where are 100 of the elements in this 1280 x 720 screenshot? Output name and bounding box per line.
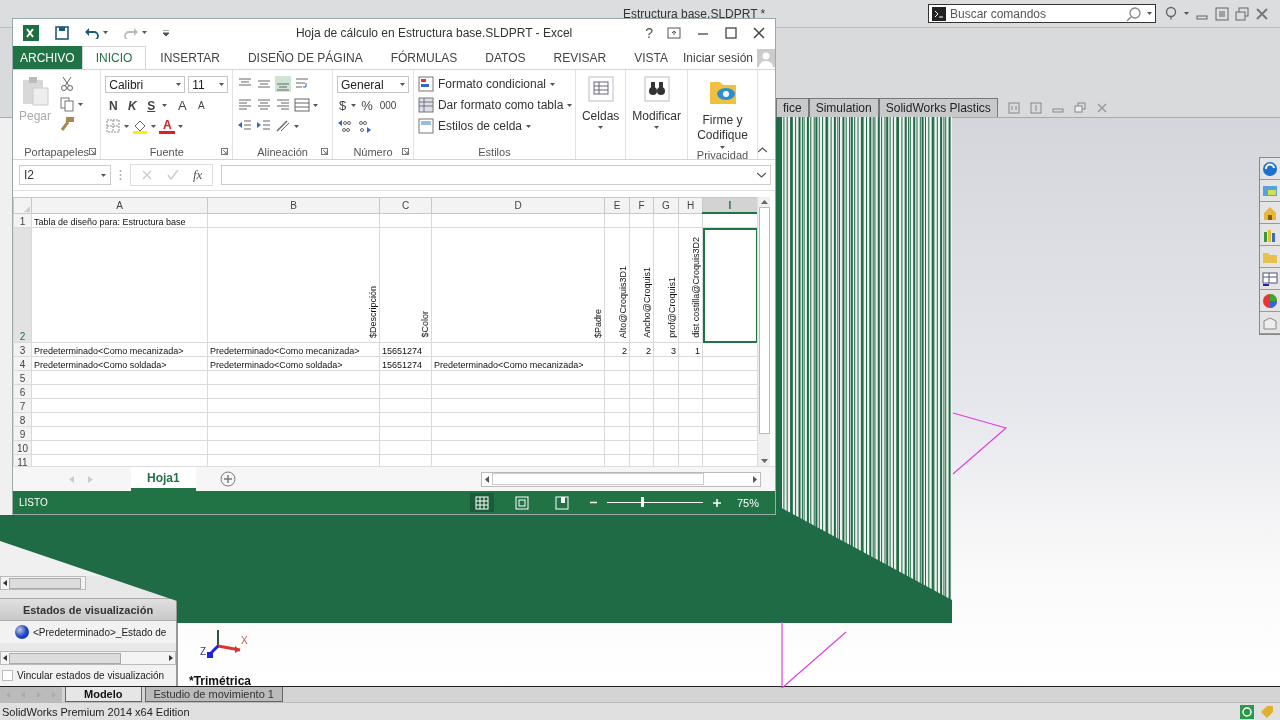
name-box[interactable]: I2 (19, 165, 111, 185)
thousands-button[interactable]: 000 (377, 100, 399, 111)
font-size-field[interactable]: 11 (188, 76, 229, 93)
column-header[interactable]: I (702, 197, 757, 213)
down-arrow-icon[interactable] (760, 459, 768, 463)
save-icon[interactable] (55, 25, 69, 40)
column-header[interactable]: G (653, 197, 679, 213)
customize-icon[interactable] (163, 29, 169, 36)
dialog-launcher-icon[interactable] (89, 148, 97, 155)
increase-decimal-icon[interactable] (336, 118, 353, 134)
caret-icon[interactable] (103, 31, 108, 34)
grow-font-button[interactable]: A (174, 98, 191, 113)
caret-icon[interactable] (78, 102, 84, 106)
shrink-font-button[interactable]: A (193, 100, 210, 111)
task-pane-button[interactable] (1260, 158, 1280, 180)
font-style-button[interactable]: N (105, 98, 122, 113)
text-orientation-icon[interactable] (275, 118, 292, 134)
expand-icon[interactable] (757, 172, 766, 178)
help-button[interactable]: ? (639, 24, 659, 41)
ribbon-tab[interactable]: DISEÑO DE PÁGINA (233, 46, 377, 69)
search-icon[interactable] (1125, 5, 1143, 22)
right-arrow-icon[interactable] (169, 655, 173, 661)
caret-icon[interactable] (720, 146, 725, 149)
help-icon[interactable] (1164, 5, 1178, 22)
ribbon-tab[interactable]: DATOS (471, 46, 540, 69)
caret-icon[interactable] (162, 104, 168, 107)
column-header[interactable]: C (379, 197, 432, 213)
caret-icon[interactable] (176, 83, 182, 86)
editing-button[interactable]: Modificar (630, 74, 683, 144)
column-header[interactable]: H (678, 197, 703, 213)
row-header[interactable]: 2 (13, 227, 32, 343)
caret-icon[interactable] (526, 124, 531, 128)
format-table-button[interactable]: Dar formato como tabla (417, 97, 573, 113)
model-tab[interactable]: Modelo (65, 687, 142, 702)
scrollbar[interactable] (481, 471, 761, 487)
cell-styles-button[interactable]: Estilos de celda (417, 118, 573, 134)
view-button[interactable] (469, 493, 494, 512)
zoom-level[interactable]: 75% (736, 496, 759, 509)
task-pane-button[interactable] (1260, 268, 1280, 290)
cells-button[interactable]: Celdas (579, 74, 622, 144)
caret-icon[interactable] (294, 124, 300, 128)
caret-icon[interactable] (219, 83, 225, 86)
caret-icon[interactable] (1147, 12, 1152, 15)
ribbon-tab[interactable]: INICIO (81, 46, 147, 69)
left-arrow-icon[interactable] (3, 580, 7, 586)
ribbon-tab[interactable]: FÓRMULAS (376, 46, 472, 69)
checkbox[interactable] (2, 670, 13, 681)
dialog-launcher-icon[interactable] (320, 148, 328, 155)
display-state-item[interactable]: <Predeterminado>_Estado de (0, 621, 176, 643)
font-style-button[interactable]: S (143, 98, 160, 113)
sheet-tab[interactable]: Hoja1 (131, 467, 196, 491)
column-header[interactable]: B (207, 197, 380, 213)
format-painter-icon[interactable] (59, 116, 76, 132)
right-arrow-icon[interactable] (753, 475, 757, 483)
fill-color-icon[interactable] (132, 118, 149, 134)
caret-icon[interactable] (101, 173, 106, 177)
ribbon-tab[interactable]: INSERTAR (146, 46, 234, 69)
scissors-icon[interactable] (59, 76, 76, 92)
conditional-format-button[interactable]: Formato condicional (417, 76, 573, 92)
dialog-launcher-icon[interactable] (401, 148, 409, 155)
scrollbar[interactable] (757, 197, 770, 466)
merge-cells-icon[interactable] (294, 97, 311, 113)
caret-icon[interactable] (399, 83, 405, 86)
zoom-out-icon[interactable] (589, 499, 597, 506)
help-icon[interactable] (1240, 704, 1254, 719)
insert-function-button[interactable]: fx (193, 167, 203, 183)
command-tab[interactable]: fice (776, 98, 809, 117)
left-arrow-icon[interactable] (485, 475, 489, 483)
column-header[interactable]: F (629, 197, 654, 213)
up-arrow-icon[interactable] (760, 200, 768, 204)
command-tab[interactable]: Simulation (808, 98, 879, 117)
zoom-in-icon[interactable] (712, 498, 721, 507)
column-header[interactable]: D (431, 197, 605, 213)
command-tab[interactable]: SolidWorks Plastics (878, 98, 998, 117)
ribbon-tab[interactable]: REVISAR (539, 46, 621, 69)
new-sheet-icon[interactable] (219, 471, 236, 487)
task-pane-button[interactable] (1260, 202, 1280, 224)
sign-in-link[interactable]: Iniciar sesión (682, 50, 753, 65)
zoom-slider[interactable] (640, 497, 644, 507)
left-arrow-icon[interactable] (3, 655, 7, 661)
search-field[interactable]: Buscar comandos (950, 6, 1121, 21)
caret-icon[interactable] (313, 103, 319, 107)
scrollbar[interactable] (0, 576, 86, 590)
undo-icon[interactable] (85, 26, 99, 39)
caret-icon[interactable] (654, 126, 660, 129)
number-format-field[interactable]: General (336, 76, 409, 93)
close-icon[interactable] (753, 26, 765, 39)
currency-button[interactable]: $ (336, 98, 349, 113)
caret-icon[interactable] (550, 82, 555, 86)
caret-icon[interactable] (124, 124, 130, 128)
restore-icon[interactable] (1073, 101, 1086, 114)
caret-icon[interactable] (151, 124, 157, 128)
file-tab[interactable]: ARCHIVO (13, 46, 82, 69)
column-header[interactable]: E (604, 197, 630, 213)
ribbon-display-icon[interactable] (667, 26, 681, 39)
percent-button[interactable]: % (359, 98, 375, 113)
font-field[interactable]: Calibri (105, 76, 186, 93)
tile-icon[interactable] (1215, 6, 1229, 21)
formula-field[interactable] (221, 165, 771, 185)
column-header[interactable]: A (31, 197, 208, 213)
